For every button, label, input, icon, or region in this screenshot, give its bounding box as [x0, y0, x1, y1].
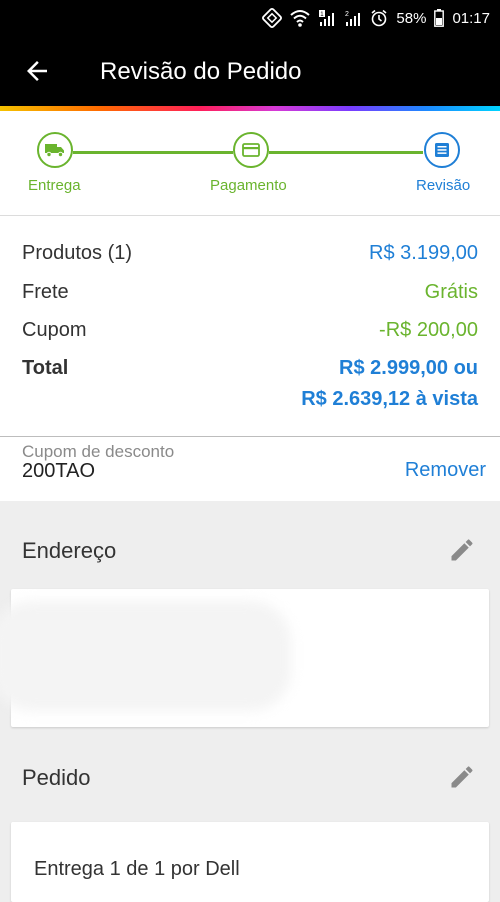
coupon-value: -R$ 200,00 — [379, 319, 478, 341]
battery-percent: 58% — [396, 9, 427, 27]
address-card[interactable] — [0, 589, 489, 727]
pencil-icon[interactable] — [448, 536, 476, 564]
stepper-line-2 — [269, 151, 423, 154]
coupon-field-label: Cupom de desconto — [22, 442, 175, 461]
order-summary: Produtos (1) R$ 3.199,00 Frete Grátis Cu… — [0, 216, 500, 436]
step-pagamento[interactable] — [233, 132, 269, 168]
step-label-pagamento: Pagamento — [210, 177, 287, 194]
coupon-code: 200TAO — [22, 460, 95, 482]
order-card: Entrega 1 de 1 por Dell — [11, 822, 489, 902]
remove-coupon-button[interactable]: Remover — [405, 459, 486, 482]
step-revisao[interactable] — [424, 132, 460, 168]
redacted-address — [0, 601, 291, 711]
edit-address-button[interactable] — [448, 536, 476, 564]
delivery-info: Entrega 1 de 1 por Dell — [34, 858, 240, 880]
checkout-stepper: Entrega Pagamento Revisão — [0, 111, 500, 216]
edit-order-button[interactable] — [448, 763, 476, 791]
total-label: Total — [22, 357, 69, 379]
card-icon — [242, 143, 260, 157]
total-value-line2: R$ 2.639,12 à vista — [301, 388, 478, 410]
step-label-revisao: Revisão — [416, 177, 471, 194]
arrow-left-icon[interactable] — [22, 56, 52, 86]
app-bar: Revisão do Pedido — [0, 34, 500, 106]
signal-icon: 2 — [344, 9, 362, 27]
wifi-icon — [290, 9, 311, 27]
svg-text:2: 2 — [345, 11, 349, 18]
status-bar: 1 2 58% 01:17 — [0, 0, 500, 34]
page-title: Revisão do Pedido — [100, 58, 302, 85]
truck-icon — [45, 144, 64, 158]
stepper-line-1 — [73, 151, 233, 154]
step-label-entrega: Entrega — [28, 177, 81, 194]
signal-icon: 1 — [318, 9, 336, 27]
discount-coupon: Cupom de desconto 200TAO Remover — [0, 436, 500, 501]
shipping-value: Grátis — [424, 281, 478, 303]
shipping-label: Frete — [22, 281, 69, 303]
battery-icon — [434, 9, 445, 27]
order-section-title: Pedido — [22, 765, 91, 790]
coupon-label: Cupom — [22, 319, 87, 341]
nfc-icon — [262, 8, 283, 28]
clock: 01:17 — [452, 9, 490, 27]
total-value-line1: R$ 2.999,00 ou — [339, 357, 478, 379]
step-entrega[interactable] — [37, 132, 73, 168]
products-value: R$ 3.199,00 — [369, 242, 478, 264]
products-label: Produtos (1) — [22, 242, 133, 264]
back-button[interactable] — [22, 56, 52, 86]
address-section-title: Endereço — [22, 538, 117, 563]
alarm-icon — [370, 9, 388, 27]
pencil-icon[interactable] — [448, 763, 476, 791]
list-icon — [435, 143, 449, 157]
